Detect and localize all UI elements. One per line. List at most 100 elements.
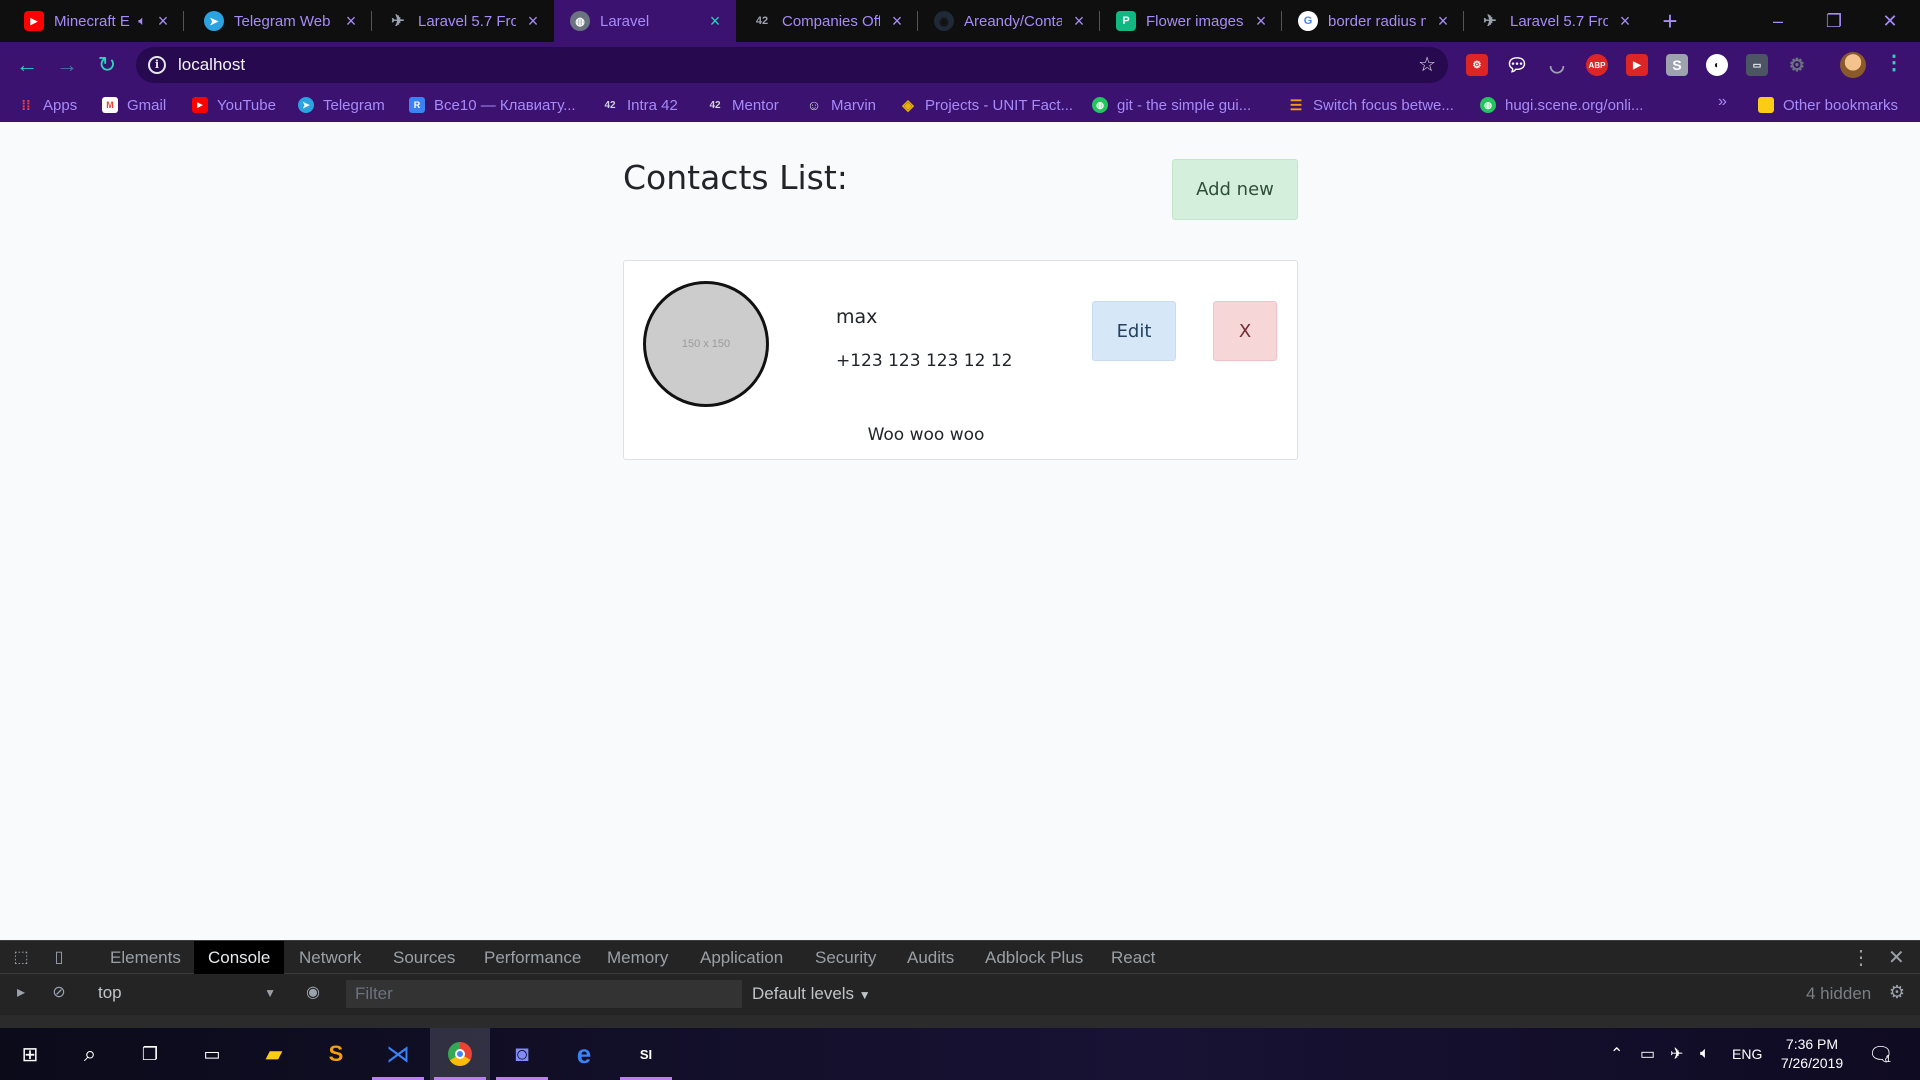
devtools-tab-network[interactable]: Network (285, 941, 375, 974)
s-extension-icon[interactable]: S (1666, 54, 1688, 76)
devtools-tab-adblock-plus[interactable]: Adblock Plus (971, 941, 1097, 974)
forward-button[interactable]: → (53, 51, 81, 79)
airplane-mode-icon[interactable]: ✈ (1670, 1028, 1683, 1080)
devtools-tab-console[interactable]: Console (194, 941, 285, 974)
input-language[interactable]: ENG (1732, 1028, 1762, 1080)
bookmark-star-icon[interactable]: ☆ (1418, 52, 1436, 77)
sublime-text-icon[interactable]: S (306, 1028, 366, 1080)
bookmark-unit-factory[interactable]: ◈ Projects - UNIT Fact... (900, 95, 1073, 115)
sidebar-toggle-icon[interactable]: ▸ (10, 982, 32, 1004)
system-clock[interactable]: 7:36 PM 7/26/2019 (1766, 1035, 1858, 1073)
start-icon[interactable]: ⊞ (0, 1028, 60, 1080)
close-icon[interactable]: × (1250, 10, 1272, 32)
close-icon[interactable]: × (886, 10, 908, 32)
browser-tab[interactable]: ➤ Telegram Web × (188, 0, 372, 42)
close-icon[interactable]: × (704, 10, 726, 32)
new-tab-button[interactable]: + (1656, 7, 1684, 35)
eye-icon[interactable]: ◉ (302, 982, 324, 1004)
inspect-element-icon[interactable]: ⬚ (10, 947, 32, 969)
devtools-tab-security[interactable]: Security (801, 941, 890, 974)
bookmark-hugi[interactable]: ◍ hugi.scene.org/onli... (1480, 95, 1643, 115)
delete-button[interactable]: X (1213, 301, 1277, 361)
search-icon[interactable]: ⌕ (60, 1028, 120, 1080)
chat-icon[interactable]: 💬︎ (1506, 54, 1529, 76)
browser-tab[interactable]: P Flower images × (1100, 0, 1282, 42)
browser-menu-icon[interactable]: ⋮ (1884, 50, 1904, 75)
close-icon[interactable]: × (152, 10, 174, 32)
bookmark-switch-focus[interactable]: ☰ Switch focus betwe... (1288, 95, 1454, 115)
add-new-button[interactable]: Add new (1172, 159, 1298, 220)
reload-button[interactable]: ↻ (93, 51, 121, 79)
chrome-icon[interactable] (430, 1028, 490, 1080)
devtools-close-icon[interactable]: ✕ (1888, 945, 1905, 970)
video-icon[interactable]: ▶ (1626, 54, 1648, 76)
browser-tab[interactable]: ✈ Laravel 5.7 Fron × (372, 0, 554, 42)
filter-input[interactable] (346, 980, 742, 1008)
edge-icon[interactable]: e (554, 1028, 614, 1080)
context-selector[interactable]: top ▼ (88, 979, 284, 1007)
bookmark-other[interactable]: Other bookmarks (1758, 95, 1898, 115)
caret-down-icon: ▼ (858, 988, 871, 1002)
close-icon[interactable]: × (1432, 10, 1454, 32)
close-icon[interactable]: × (522, 10, 544, 32)
devtools-tab-memory[interactable]: Memory (593, 941, 682, 974)
back-button[interactable]: ← (13, 51, 41, 79)
console-output-area[interactable] (0, 1015, 1920, 1029)
si-game-icon[interactable]: SI (616, 1028, 676, 1080)
close-icon[interactable]: × (1614, 10, 1636, 32)
restore-button[interactable]: ❐ (1806, 0, 1862, 42)
volume-icon[interactable]: 🔈︎ (1700, 1028, 1710, 1080)
notifications-icon[interactable]: 🗨︎ 1 (1868, 1028, 1893, 1080)
devtools-tab-performance[interactable]: Performance (470, 941, 595, 974)
devtools-tab-elements[interactable]: Elements (96, 941, 195, 974)
minimize-button[interactable]: – (1750, 0, 1806, 42)
bookmark-marvin[interactable]: ☺ Marvin (806, 95, 876, 115)
gear-icon[interactable]: ⚙ (1786, 54, 1808, 76)
profile-avatar[interactable] (1840, 52, 1866, 78)
bookmark-apps[interactable]: ⁞⁞ Apps (18, 95, 77, 115)
close-icon[interactable]: × (1068, 10, 1090, 32)
devtools-tab-sources[interactable]: Sources (379, 941, 469, 974)
show-hidden-icons[interactable]: ⌃ (1610, 1028, 1623, 1080)
bookmark-git-guide[interactable]: ◍ git - the simple gui... (1092, 95, 1251, 115)
circle-extension-icon[interactable]: ◐ (1706, 54, 1728, 76)
adblock-icon[interactable]: ABP (1586, 54, 1608, 76)
terminal-icon[interactable]: ▭ (182, 1028, 242, 1080)
browser-tab[interactable]: G border radius m × (1282, 0, 1464, 42)
device-toolbar-icon[interactable]: ▯ (48, 947, 70, 969)
devtools-tab-audits[interactable]: Audits (893, 941, 968, 974)
clear-console-icon[interactable]: ⊘ (48, 982, 70, 1004)
devtools-tab-react[interactable]: React (1097, 941, 1169, 974)
address-url[interactable]: localhost (178, 55, 245, 75)
discord-icon[interactable]: ◙ (492, 1028, 552, 1080)
devtools-tab-application[interactable]: Application (686, 941, 797, 974)
bookmark-mentor[interactable]: 42 Mentor (707, 95, 778, 115)
vscode-icon[interactable]: ⋊ (368, 1028, 428, 1080)
close-window-button[interactable]: ✕ (1862, 0, 1918, 42)
bookmark-intra42[interactable]: 42 Intra 42 (602, 95, 677, 115)
browser-tab[interactable]: ▶ Minecraft E 🔈︎ × (8, 0, 184, 42)
console-settings-icon[interactable]: ⚙ (1886, 981, 1908, 1003)
task-view-icon[interactable]: ❐ (120, 1028, 180, 1080)
speaker-muted-icon[interactable]: 🔈︎ (138, 13, 146, 29)
bookmark-vse10[interactable]: R Все10 — Клавиату... (409, 95, 576, 115)
edit-button[interactable]: Edit (1092, 301, 1176, 361)
pocket-icon[interactable]: ◡ (1546, 54, 1568, 76)
bookmark-telegram[interactable]: ➤ Telegram (298, 95, 385, 115)
devtools-menu-icon[interactable]: ⋮ (1851, 945, 1871, 970)
extension-icon[interactable]: ⚙ (1466, 54, 1488, 76)
battery-icon[interactable]: ▭ (1640, 1028, 1655, 1080)
browser-tab[interactable]: ◉ Areandy/Conta × (918, 0, 1100, 42)
more-bookmarks-icon[interactable]: » (1718, 93, 1727, 111)
close-icon[interactable]: × (340, 10, 362, 32)
bookmark-gmail[interactable]: M Gmail (102, 95, 166, 115)
browser-tab[interactable]: 42 Companies Off × (736, 0, 918, 42)
browser-tab[interactable]: ✈ Laravel 5.7 Fron × (1464, 0, 1646, 42)
file-explorer-icon[interactable]: ▰ (244, 1028, 304, 1080)
browser-tab-active[interactable]: ◍ Laravel × (554, 0, 736, 42)
terminal-extension-icon[interactable]: ▭ (1746, 54, 1768, 76)
address-bar[interactable]: i localhost ☆ (136, 47, 1448, 83)
info-icon[interactable]: i (148, 56, 166, 74)
log-levels-dropdown[interactable]: Default levels ▼ (752, 984, 871, 1004)
bookmark-youtube[interactable]: ▶ YouTube (192, 95, 276, 115)
